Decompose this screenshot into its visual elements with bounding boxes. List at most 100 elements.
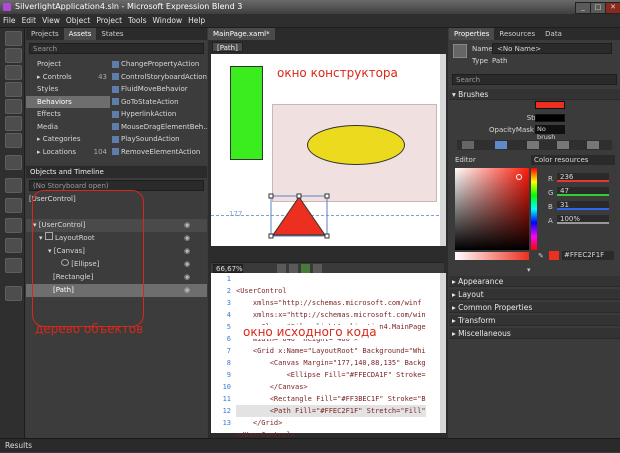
minimize-button[interactable]: _ [575,2,591,14]
section-layout[interactable]: ▸ Layout [449,289,620,300]
expand-arrow-icon[interactable]: ▾ [527,266,531,274]
button-tool-icon[interactable] [5,238,22,253]
category-categories[interactable]: ▸ Categories [26,133,110,146]
snap-grid-icon[interactable] [277,264,286,273]
eye-icon[interactable]: ◉ [184,273,190,281]
list-item[interactable]: FluidMoveBehavior [112,83,207,96]
brush-transform-tool-icon[interactable] [5,133,22,148]
code-scrollbar[interactable] [440,273,446,433]
list-item[interactable]: RemoveElementAction [112,146,207,159]
snap-lines-icon[interactable] [289,264,298,273]
b-field[interactable]: 31 [557,201,609,210]
rectangle-shape[interactable] [230,66,263,160]
resize-handle[interactable] [324,193,330,199]
tab-projects[interactable]: Projects [26,28,64,40]
category-controls[interactable]: ▸ Controls 43 [26,71,110,84]
category-locations[interactable]: ▸ Locations 104 [26,146,110,159]
asset-library-icon[interactable] [5,286,22,301]
textblock-tool-icon[interactable] [5,218,22,233]
fill-swatch[interactable] [535,101,565,109]
solid-brush-icon[interactable] [495,141,507,149]
color-picker-field[interactable] [455,168,529,250]
resize-handle[interactable] [268,233,274,239]
canvas-shape[interactable] [272,104,437,202]
annotations-toggle-icon[interactable] [313,264,322,273]
g-field[interactable]: 47 [557,187,609,196]
tab-assets[interactable]: Assets [63,28,97,40]
category-effects[interactable]: Effects [26,108,110,121]
hex-field[interactable]: #FFEC2F1F [562,251,614,260]
selection-tool-icon[interactable] [5,31,22,46]
menu-object[interactable]: Object [63,14,93,28]
list-item[interactable]: ControlStoryboardAction [112,71,207,84]
zoom-tool-icon[interactable] [5,82,22,97]
rectangle-tool-icon[interactable] [5,178,22,193]
color-resources-tab[interactable]: Color resources [531,155,615,165]
brush-resources-icon[interactable] [587,141,599,149]
properties-search-input[interactable]: Search [452,74,617,85]
eye-icon[interactable]: ◉ [184,234,190,242]
list-item[interactable]: MouseDragElementBeh... [112,121,207,134]
hue-slider[interactable] [531,168,537,250]
pen-tool-icon[interactable] [5,155,22,170]
menu-help[interactable]: Help [185,14,208,28]
ellipse-shape[interactable] [307,125,405,165]
tab-properties[interactable]: Properties [449,28,495,40]
section-appearance[interactable]: ▸ Appearance [449,276,620,287]
menu-edit[interactable]: Edit [19,14,40,28]
direct-selection-tool-icon[interactable] [5,48,22,63]
color-picker-handle[interactable] [516,174,522,180]
section-common-properties[interactable]: ▸ Common Properties [449,302,620,313]
tab-resources[interactable]: Resources [494,28,540,40]
maximize-button[interactable]: □ [590,2,606,14]
gradient-brush-icon[interactable] [527,141,539,149]
design-surface[interactable]: 177 окно конструктора [211,54,444,246]
r-field[interactable]: 236 [557,173,609,182]
category-media[interactable]: Media [26,121,110,134]
list-item[interactable]: HyperlinkAction [112,108,207,121]
resize-handle[interactable] [296,193,302,199]
menu-file[interactable]: File [0,14,19,28]
tile-brush-icon[interactable] [557,141,569,149]
resize-handle[interactable] [324,233,330,239]
path-triangle[interactable] [267,192,331,240]
section-transform[interactable]: ▸ Transform [449,315,620,326]
list-item[interactable]: GoToStateAction [112,96,207,109]
xaml-code-view[interactable]: 1 2 3 4 5 6 7 8 9 10 11 12 13 <UserControl xmlns="ht… [211,273,444,439]
tab-data[interactable]: Data [540,28,567,40]
eyedropper-icon[interactable]: ✎ [538,252,544,260]
design-scrollbar[interactable] [440,54,446,246]
eye-icon[interactable]: ◉ [184,286,190,294]
combobox-tool-icon[interactable] [5,258,22,273]
no-brush-icon[interactable] [462,141,474,149]
breadcrumb[interactable]: [Path] [212,42,243,52]
menu-project[interactable]: Project [93,14,125,28]
results-bar[interactable]: Results [0,438,620,452]
menu-window[interactable]: Window [150,14,186,28]
close-button[interactable]: ✕ [605,2,620,14]
zoom-combo[interactable]: 66,67% [213,264,243,273]
section-brushes[interactable]: ▾ Brushes [449,89,620,100]
menu-tools[interactable]: Tools [125,14,149,28]
a-field[interactable]: 100% [557,215,609,224]
paint-bucket-tool-icon[interactable] [5,116,22,131]
category-behaviors[interactable]: Behaviors [26,95,110,108]
eye-icon[interactable]: ◉ [184,221,190,229]
tab-mainpage[interactable]: MainPage.xaml* [208,28,275,40]
resize-handle[interactable] [268,193,274,199]
section-miscellaneous[interactable]: ▸ Miscellaneous [449,328,620,339]
opacitymask-value[interactable]: No brush [535,125,565,141]
eye-icon[interactable]: ◉ [184,247,190,255]
eye-icon[interactable]: ◉ [184,260,190,268]
category-styles[interactable]: Styles [26,83,110,96]
eyedropper-tool-icon[interactable] [5,99,22,114]
grid-tool-icon[interactable] [5,198,22,213]
list-item[interactable]: PlaySoundAction [112,133,207,146]
pan-tool-icon[interactable] [5,65,22,80]
tab-states[interactable]: States [96,28,128,40]
assets-search-input[interactable]: Search [29,43,204,54]
menu-view[interactable]: View [39,14,63,28]
stroke-swatch[interactable] [535,114,565,122]
name-field[interactable]: <No Name> [492,43,612,54]
effects-toggle-icon[interactable] [301,264,310,273]
